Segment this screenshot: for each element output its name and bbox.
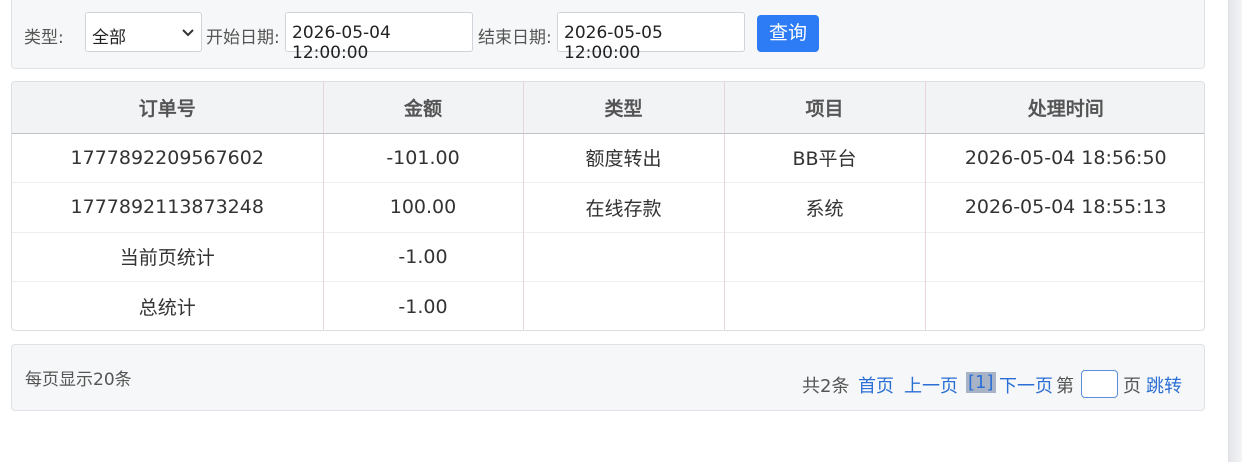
summary-label-cell: 当前页统计 — [12, 231, 323, 282]
page-prefix: 第 — [1056, 376, 1074, 397]
type-select-value: 全部 — [92, 28, 126, 48]
pagination-bar: 每页显示20条 共2条 首页 上一页 [1] 下一页 第 页 跳转 — [11, 344, 1205, 411]
header-order-no: 订单号 — [12, 82, 323, 134]
per-page-text: 每页显示20条 — [25, 370, 132, 390]
time-cell: 2026-05-04 18:56:50 — [924, 133, 1204, 183]
page-number-input[interactable] — [1081, 370, 1118, 398]
page-suffix: 页 — [1123, 376, 1141, 397]
chevron-down-icon — [182, 29, 194, 37]
start-date-input[interactable]: 2026-05-04 12:00:00 — [285, 12, 473, 63]
type-label: 类型: — [24, 28, 64, 48]
next-page-link[interactable]: 下一页 — [999, 372, 1053, 398]
end-date-input[interactable]: 2026-05-05 12:00:00 — [557, 12, 745, 63]
amount-cell: -101.00 — [322, 133, 523, 183]
header-time: 处理时间 — [924, 82, 1204, 134]
order-no-cell: 1777892113873248 — [12, 182, 323, 232]
page-summary-row: 当前页统计 -1.00 — [12, 231, 1204, 282]
empty-cell — [723, 231, 925, 282]
item-cell: BB平台 — [723, 133, 925, 183]
table-row: 1777892113873248 100.00 在线存款 系统 2026-05-… — [12, 182, 1204, 232]
header-amount: 金额 — [322, 82, 523, 134]
order-no-cell: 1777892209567602 — [70, 146, 264, 169]
empty-cell — [924, 281, 1204, 330]
summary-amount-cell: -1.00 — [322, 231, 523, 282]
type-cell: 额度转出 — [522, 133, 724, 183]
first-page-link[interactable]: 首页 — [858, 372, 894, 398]
empty-cell — [723, 281, 925, 330]
window-scrollbar-track[interactable] — [1228, 0, 1242, 462]
query-button[interactable]: 查询 — [757, 15, 819, 52]
total-count: 共2条 — [802, 376, 850, 397]
time-cell: 2026-05-04 18:55:13 — [924, 182, 1204, 232]
header-type: 类型 — [522, 82, 724, 134]
type-select[interactable]: 全部 — [85, 12, 202, 52]
end-date-label: 结束日期: — [478, 28, 552, 48]
total-summary-row: 总统计 -1.00 — [12, 281, 1204, 330]
amount-cell: 100.00 — [322, 182, 523, 232]
empty-cell — [522, 231, 724, 282]
current-page-indicator: [1] — [966, 372, 996, 393]
header-item: 项目 — [723, 82, 925, 134]
type-cell: 在线存款 — [522, 182, 724, 232]
records-table: 订单号 金额 类型 项目 处理时间 1777892209567602 -101.… — [12, 82, 1204, 330]
prev-page-link[interactable]: 上一页 — [904, 372, 958, 398]
empty-cell — [924, 231, 1204, 282]
table-row: 1777892209567602 -101.00 额度转出 BB平台 2026-… — [12, 133, 1204, 183]
jump-link[interactable]: 跳转 — [1146, 372, 1182, 398]
empty-cell — [522, 281, 724, 330]
table-header-row: 订单号 金额 类型 项目 处理时间 — [12, 82, 1204, 134]
total-amount-cell: -1.00 — [322, 281, 523, 330]
total-label-cell: 总统计 — [12, 281, 323, 330]
records-table-panel: 订单号 金额 类型 项目 处理时间 1777892209567602 -101.… — [11, 81, 1205, 331]
item-cell: 系统 — [723, 182, 925, 232]
filter-bar: 类型: 全部 开始日期: 2026-05-04 12:00:00 结束日期: 2… — [11, 0, 1205, 69]
start-date-label: 开始日期: — [206, 28, 280, 48]
